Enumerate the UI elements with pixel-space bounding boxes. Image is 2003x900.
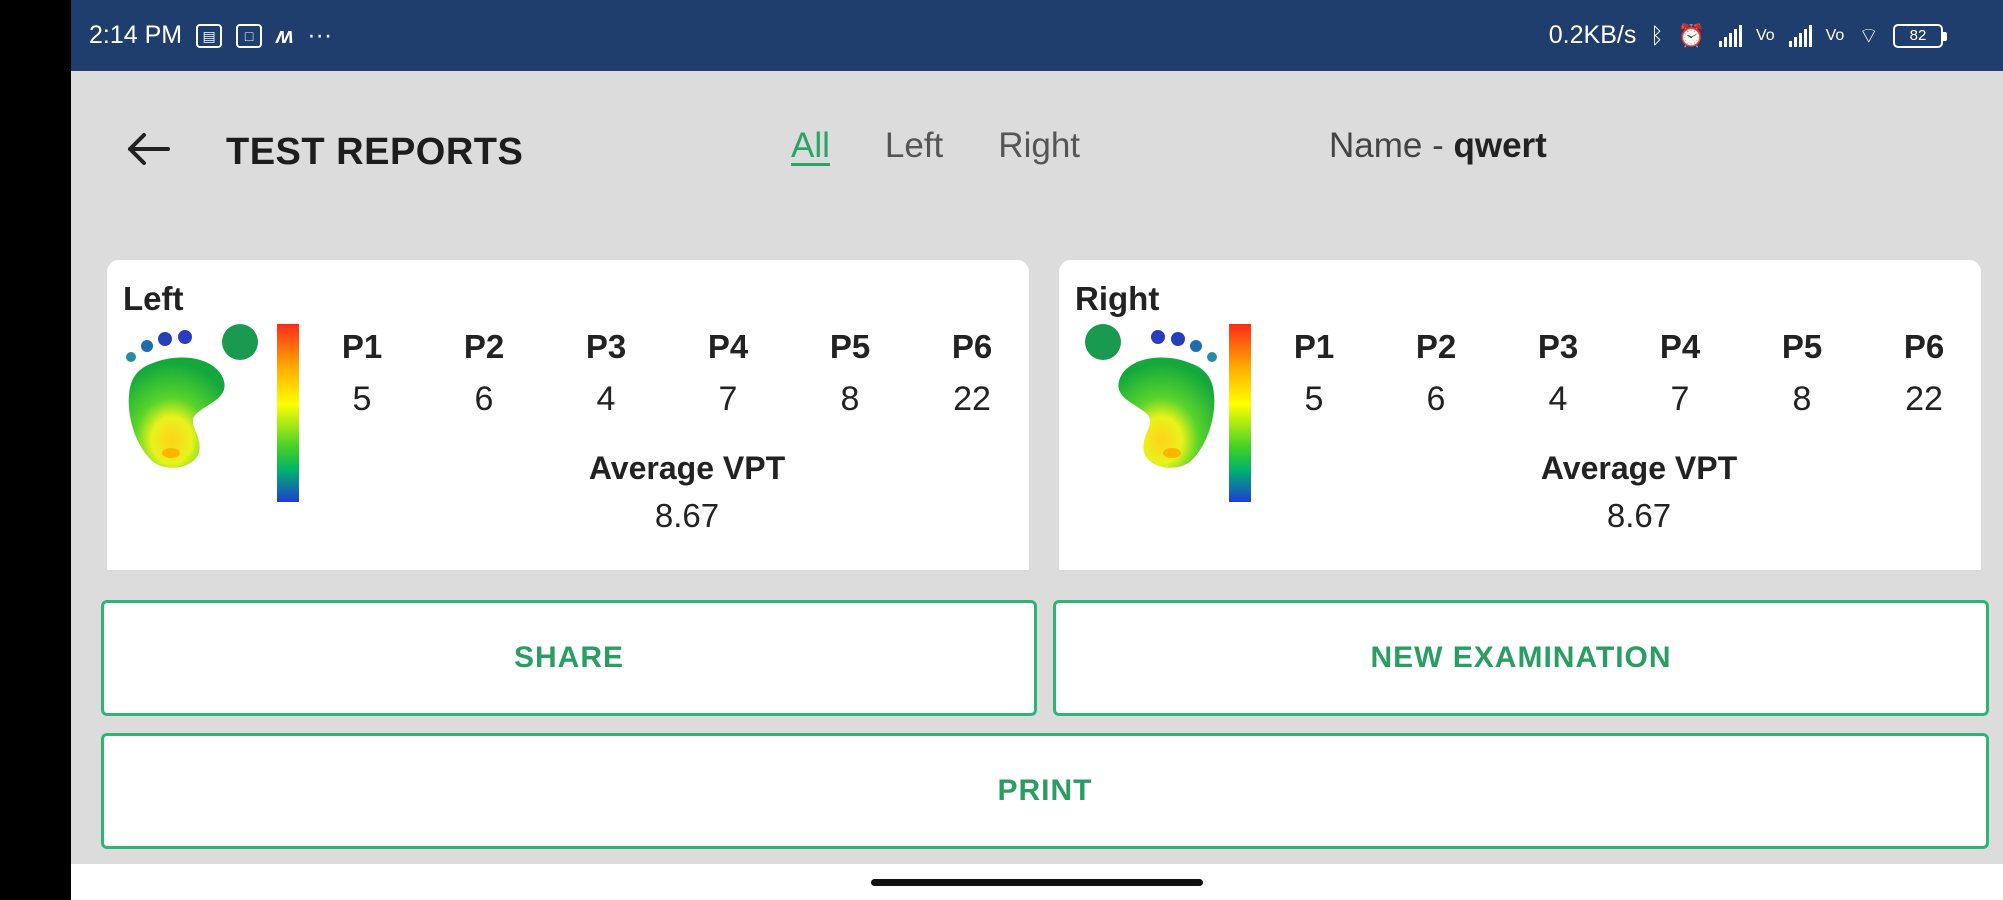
tab-all[interactable]: All <box>791 126 830 166</box>
network-speed: 0.2KB/s <box>1548 21 1637 49</box>
alarm-icon: ⏰ <box>1677 22 1705 48</box>
point-p4: P4 7 <box>688 328 768 419</box>
point-p6: P6 22 <box>1884 328 1964 419</box>
point-values: P1 5 P2 6 P3 4 P4 7 P5 8 P6 22 <box>322 328 1012 419</box>
point-label: P4 <box>707 328 749 365</box>
point-value: 5 <box>352 380 372 418</box>
point-p2: P2 6 <box>444 328 524 419</box>
point-value: 22 <box>1905 380 1943 418</box>
point-value: 6 <box>1426 380 1446 418</box>
color-scale-bar <box>277 324 299 502</box>
side-label: Left <box>123 280 184 317</box>
bluetooth-icon: ᛒ <box>1650 22 1664 48</box>
left-foot-report-card: Left P1 5 P2 6 P3 4 P4 7 P5 8 P6 22 Aver… <box>107 260 1029 570</box>
side-filter-tabs: All Left Right <box>791 126 1080 166</box>
notification-icon: ▤ <box>196 23 223 48</box>
average-vpt-label: Average VPT <box>1540 450 1738 486</box>
point-value: 4 <box>596 380 616 418</box>
point-label: P3 <box>585 328 627 365</box>
print-button[interactable]: PRINT <box>101 733 1989 849</box>
point-value: 7 <box>718 380 738 418</box>
volte-icon: Vo <box>1755 26 1775 44</box>
point-label: P1 <box>341 328 383 365</box>
point-label: P3 <box>1537 328 1579 365</box>
m-app-icon: ʍ <box>276 22 294 48</box>
signal-icon-2 <box>1788 24 1812 47</box>
app-notification-icon: □ <box>236 23 263 48</box>
point-p5: P5 8 <box>810 328 890 419</box>
right-foot-heatmap-icon <box>1085 324 1217 468</box>
battery-icon: 82 <box>1893 23 1947 48</box>
back-arrow-icon[interactable] <box>126 131 171 167</box>
new-examination-button[interactable]: NEW EXAMINATION <box>1053 600 1989 716</box>
point-value: 4 <box>1548 380 1568 418</box>
app-screen: 2:14 PM ▤ □ ʍ ··· 0.2KB/s ᛒ ⏰ Vo Vo ⌔ 82… <box>71 0 2003 900</box>
point-p3: P3 4 <box>1518 328 1598 419</box>
point-p1: P1 5 <box>322 328 402 419</box>
point-p2: P2 6 <box>1396 328 1476 419</box>
point-value: 22 <box>953 380 991 418</box>
point-p5: P5 8 <box>1762 328 1842 419</box>
average-vpt: Average VPT 8.67 <box>1339 450 1939 535</box>
signal-icon <box>1718 24 1742 47</box>
volte-icon-2: Vo <box>1825 26 1845 44</box>
patient-name-value: qwert <box>1453 126 1547 165</box>
average-vpt-value: 8.67 <box>1606 497 1672 534</box>
point-value: 8 <box>1792 380 1812 418</box>
right-foot-report-card: Right P1 5 P2 6 P3 4 P4 7 P5 8 P6 22 Ave… <box>1059 260 1981 570</box>
point-p6: P6 22 <box>932 328 1012 419</box>
average-vpt: Average VPT 8.67 <box>387 450 987 535</box>
patient-name: Name - qwert <box>1329 126 1547 166</box>
point-value: 5 <box>1304 380 1324 418</box>
point-value: 7 <box>1670 380 1690 418</box>
point-label: P2 <box>1415 328 1457 365</box>
point-p3: P3 4 <box>566 328 646 419</box>
point-p1: P1 5 <box>1274 328 1354 419</box>
home-indicator[interactable] <box>871 879 1203 886</box>
color-scale-bar <box>1229 324 1251 502</box>
point-value: 8 <box>840 380 860 418</box>
point-values: P1 5 P2 6 P3 4 P4 7 P5 8 P6 22 <box>1274 328 1964 419</box>
point-p4: P4 7 <box>1640 328 1720 419</box>
point-label: P5 <box>829 328 871 365</box>
status-right: 0.2KB/s ᛒ ⏰ Vo Vo ⌔ 82 <box>1548 21 1947 50</box>
left-foot-heatmap-icon <box>126 324 258 468</box>
patient-name-label: Name - <box>1329 126 1454 165</box>
more-notifications-icon: ··· <box>307 21 333 49</box>
status-bar: 2:14 PM ▤ □ ʍ ··· 0.2KB/s ᛒ ⏰ Vo Vo ⌔ 82 <box>71 0 2003 71</box>
app-header: TEST REPORTS All Left Right Name - qwert <box>71 71 2003 231</box>
point-label: P2 <box>463 328 505 365</box>
point-label: P5 <box>1781 328 1823 365</box>
share-button[interactable]: SHARE <box>101 600 1037 716</box>
tab-left[interactable]: Left <box>885 126 943 166</box>
average-vpt-label: Average VPT <box>588 450 786 486</box>
status-left: 2:14 PM ▤ □ ʍ ··· <box>89 21 332 50</box>
tab-right[interactable]: Right <box>998 126 1080 166</box>
point-label: P6 <box>951 328 993 365</box>
side-label: Right <box>1075 280 1160 317</box>
wifi-icon: ⌔ <box>1858 22 1879 48</box>
point-value: 6 <box>474 380 494 418</box>
point-label: P1 <box>1293 328 1335 365</box>
average-vpt-value: 8.67 <box>654 497 720 534</box>
point-label: P6 <box>1903 328 1945 365</box>
status-time: 2:14 PM <box>89 21 183 49</box>
point-label: P4 <box>1659 328 1701 365</box>
page-title: TEST REPORTS <box>226 131 524 173</box>
